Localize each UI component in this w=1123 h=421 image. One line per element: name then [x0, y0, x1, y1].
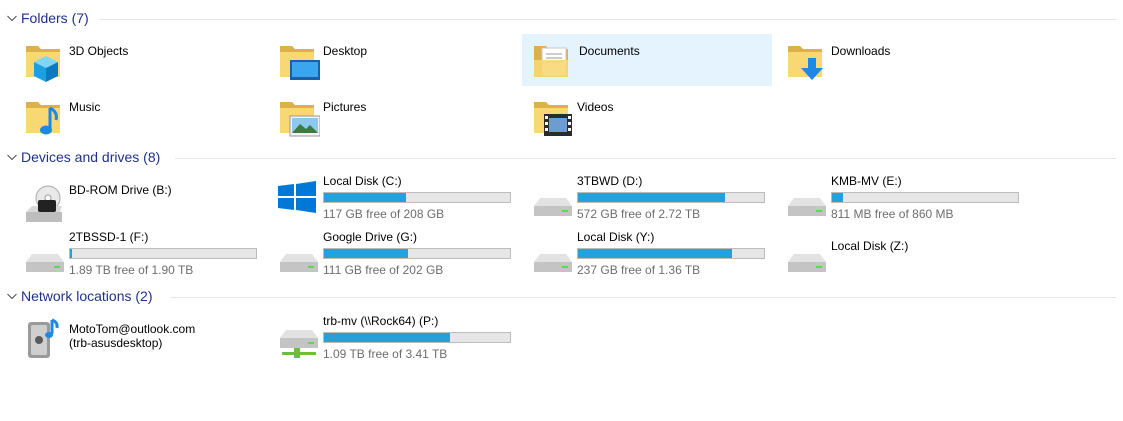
free-space-text: 117 GB free of 208 GB — [323, 207, 445, 221]
network-drive-icon — [280, 330, 318, 358]
usage-fill — [324, 193, 406, 202]
drive-z[interactable]: Local Disk (Z:) — [782, 228, 1032, 280]
pictures-folder-icon — [280, 102, 320, 137]
drive-name: Local Disk (C:) — [323, 174, 402, 188]
documents-folder-icon — [534, 46, 568, 77]
group-header-folders[interactable]: Folders (7) — [0, 9, 1123, 29]
folder-name: Music — [69, 100, 101, 114]
folder-name: 3D Objects — [69, 44, 129, 58]
hard-drive-icon — [26, 254, 64, 272]
hard-drive-icon — [280, 254, 318, 272]
chevron-down-icon[interactable] — [6, 151, 18, 163]
folder-name: Documents — [579, 44, 640, 58]
group-divider — [170, 297, 1116, 298]
hard-drive-icon — [788, 254, 826, 272]
hard-drive-icon — [534, 254, 572, 272]
usage-fill — [578, 249, 733, 258]
bd-rom-drive-icon — [26, 185, 62, 222]
windows-drive-icon — [278, 181, 316, 213]
usage-bar — [323, 332, 511, 343]
usage-fill — [832, 193, 844, 202]
videos-folder-icon — [534, 102, 572, 136]
usage-fill — [578, 193, 725, 202]
folder-documents[interactable]: Documents — [522, 34, 772, 86]
drive-name: BD-ROM Drive (B:) — [69, 183, 172, 197]
folder-videos[interactable]: Videos — [528, 90, 778, 142]
drive-c[interactable]: Local Disk (C:) 117 GB free of 208 GB — [274, 172, 524, 224]
free-space-text: 811 MB free of 860 MB — [831, 207, 954, 221]
folder-name: Pictures — [323, 100, 367, 114]
folder-music[interactable]: Music — [20, 90, 270, 142]
hard-drive-icon — [534, 198, 572, 216]
free-space-text: 572 GB free of 2.72 TB — [577, 207, 701, 221]
group-divider — [100, 19, 1116, 20]
usage-bar — [577, 248, 765, 259]
folder-name: Desktop — [323, 44, 368, 58]
folder-name: Downloads — [831, 44, 891, 58]
network-name: MotoTom@outlook.com — [69, 322, 196, 336]
media-server-icon — [28, 318, 59, 358]
free-space-text: 237 GB free of 1.36 TB — [577, 263, 701, 277]
3d-objects-folder-icon — [26, 46, 60, 82]
hard-drive-icon — [788, 198, 826, 216]
group-title: Network locations (2) — [21, 288, 153, 304]
group-header-network[interactable]: Network locations (2) — [0, 287, 1123, 307]
free-space-text: 111 GB free of 202 GB — [323, 263, 444, 277]
desktop-folder-icon — [280, 46, 320, 80]
chevron-down-icon[interactable] — [6, 290, 18, 302]
usage-fill — [324, 249, 408, 258]
drive-name: trb-mv (\\Rock64) (P:) — [323, 314, 439, 328]
drive-name: 2TBSSD-1 (F:) — [69, 230, 149, 244]
free-space-text: 1.89 TB free of 1.90 TB — [69, 263, 194, 277]
drive-y[interactable]: Local Disk (Y:) 237 GB free of 1.36 TB — [528, 228, 778, 280]
drive-d[interactable]: 3TBWD (D:) 572 GB free of 2.72 TB — [528, 172, 778, 224]
network-drive-p[interactable]: trb-mv (\\Rock64) (P:) 1.09 TB free of 3… — [274, 312, 524, 364]
usage-fill — [324, 333, 451, 342]
drive-g[interactable]: Google Drive (G:) 111 GB free of 202 GB — [274, 228, 524, 280]
drive-name: Google Drive (G:) — [323, 230, 418, 244]
folder-pictures[interactable]: Pictures — [274, 90, 524, 142]
usage-fill — [70, 249, 72, 258]
drive-name: 3TBWD (D:) — [577, 174, 643, 188]
usage-bar — [577, 192, 765, 203]
folder-downloads[interactable]: Downloads — [782, 34, 1032, 86]
chevron-down-icon[interactable] — [6, 12, 18, 24]
drive-name: Local Disk (Z:) — [831, 239, 909, 253]
usage-bar — [323, 248, 511, 259]
folder-name: Videos — [577, 100, 614, 114]
drive-f[interactable]: 2TBSSD-1 (F:) 1.89 TB free of 1.90 TB — [20, 228, 270, 280]
drive-name: Local Disk (Y:) — [577, 230, 655, 244]
network-sublabel: (trb-asusdesktop) — [69, 336, 163, 350]
group-header-drives[interactable]: Devices and drives (8) — [0, 148, 1123, 168]
folder-desktop[interactable]: Desktop — [274, 34, 524, 86]
drive-b[interactable]: BD-ROM Drive (B:) — [20, 178, 270, 230]
folder-3d-objects[interactable]: 3D Objects — [20, 34, 270, 86]
free-space-text: 1.09 TB free of 3.41 TB — [323, 347, 448, 361]
group-divider — [175, 158, 1116, 159]
music-folder-icon — [26, 102, 60, 135]
group-title: Folders (7) — [21, 10, 89, 26]
drive-name: KMB-MV (E:) — [831, 174, 902, 188]
usage-bar — [323, 192, 511, 203]
downloads-folder-icon — [788, 46, 823, 80]
network-media-server[interactable]: MotoTom@outlook.com (trb-asusdesktop) — [20, 312, 270, 364]
drive-e[interactable]: KMB-MV (E:) 811 MB free of 860 MB — [782, 172, 1032, 224]
usage-bar — [831, 192, 1019, 203]
usage-bar — [69, 248, 257, 259]
group-title: Devices and drives (8) — [21, 149, 161, 165]
